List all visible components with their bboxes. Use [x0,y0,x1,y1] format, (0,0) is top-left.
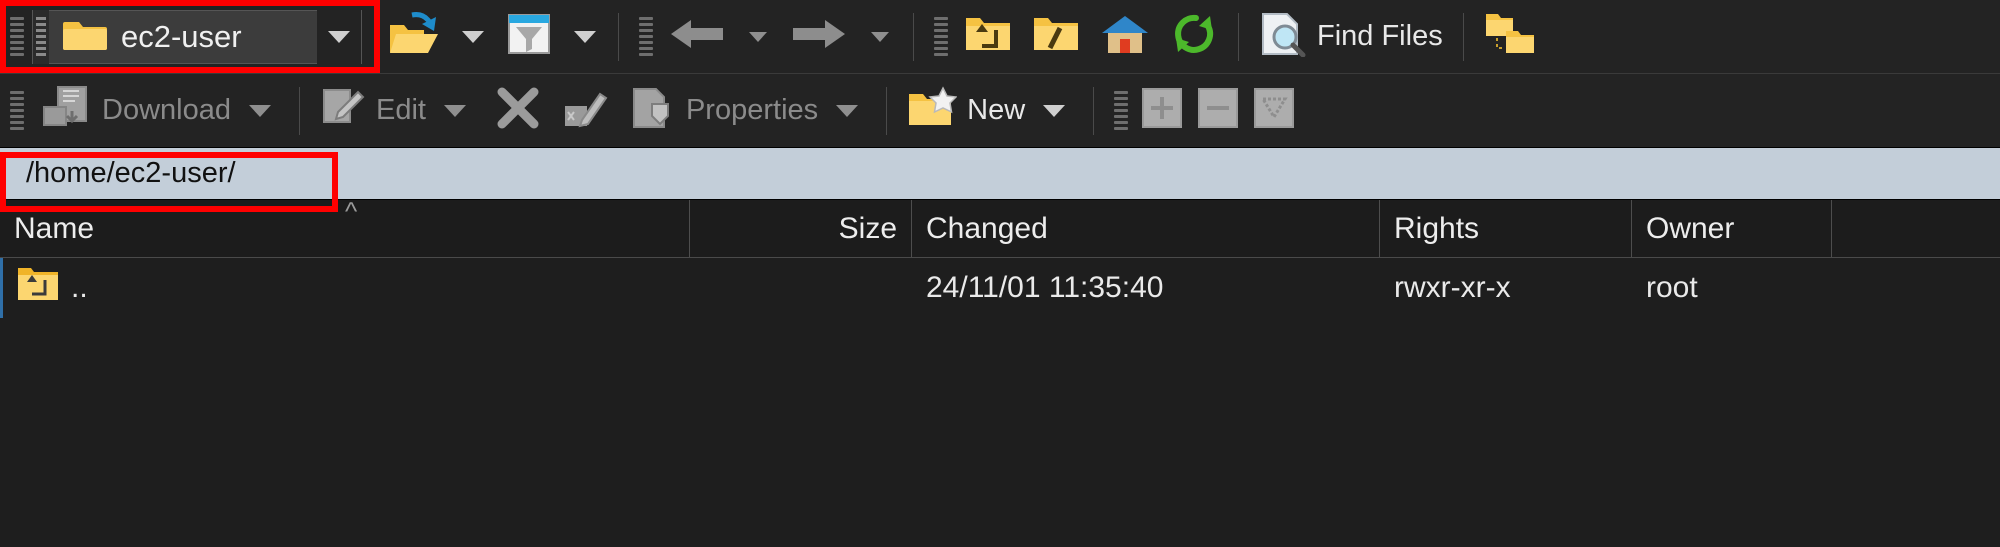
column-header-size-label: Size [838,211,897,245]
column-header-owner-label: Owner [1646,211,1735,245]
combo-grip [33,9,49,64]
combo-dropdown-button[interactable] [317,9,361,64]
cell-name[interactable]: .. [3,258,690,318]
remote-path-field[interactable]: /home/ec2-user/ [0,157,236,190]
chevron-down-icon [248,104,271,117]
chevron-down-icon [443,104,466,117]
find-files-button[interactable]: Find Files [1249,8,1453,66]
open-directory-button[interactable] [378,8,450,66]
invert-selection-icon [1252,86,1296,135]
properties-label: Properties [685,94,819,126]
toolbar-separator [913,12,914,61]
selection-group-grip[interactable] [1114,88,1129,134]
toolbar-separator [1238,12,1239,61]
column-header-rights-label: Rights [1394,211,1480,245]
winscp-remote-panel: ec2-user Find Files Download Edit Proper… [0,0,2000,547]
toolbar-grip[interactable] [10,14,24,60]
toolbar-separator [1462,12,1464,61]
minus-box-icon [1196,86,1240,135]
cell-name-text: .. [71,271,88,304]
file-operations-toolbar: Download Edit Properties New [0,74,2000,148]
cell-rights: rwxr-xr-x [1394,271,1511,304]
filter-files-button[interactable] [496,8,562,66]
select-files-button[interactable] [1134,82,1190,140]
remote-directory-combo[interactable]: ec2-user [32,9,362,64]
chevron-down-icon [871,31,889,42]
chevron-down-icon [462,30,484,43]
arrow-right-icon [791,14,847,59]
toolbar-separator [298,86,300,135]
home-icon [1100,13,1150,60]
toolbar-separator [1093,86,1095,135]
home-directory-button[interactable] [1090,8,1160,66]
file-ops-grip[interactable] [10,88,24,134]
open-directory-dropdown[interactable] [450,8,496,66]
refresh-icon [1170,12,1218,61]
invert-selection-button[interactable] [1246,82,1302,140]
cell-owner: root [1646,271,1698,304]
file-list[interactable]: .. 24/11/01 11:35:40 rwxr-xr-x root [0,258,2000,520]
download-label: Download [102,94,231,126]
column-header-changed[interactable]: Changed [912,200,1380,257]
column-header-size[interactable]: Size [690,200,912,257]
find-files-icon [1259,11,1307,62]
new-button[interactable]: New [897,82,1083,140]
folder-open-arrow-icon [388,11,440,62]
root-directory-button[interactable] [1022,8,1090,66]
synchronize-browsing-button[interactable] [1474,8,1546,66]
funnel-filter-icon [506,11,552,62]
chevron-down-icon [836,104,859,117]
column-header-spacer [1832,200,2000,257]
back-button[interactable] [659,8,735,66]
sort-ascending-icon: ^ [345,196,358,226]
properties-icon [630,86,676,135]
column-header-changed-label: Changed [926,211,1048,245]
parent-directory-button[interactable] [954,8,1022,66]
back-history-dropdown[interactable] [735,8,781,66]
arrow-left-icon [669,14,725,59]
unselect-files-button[interactable] [1190,82,1246,140]
new-folder-star-icon [907,86,958,135]
new-label: New [967,94,1026,126]
folder-up-icon [964,14,1012,59]
rename-button[interactable] [552,82,620,140]
top-toolbar: ec2-user Find Files [0,0,2000,74]
cell-changed: 24/11/01 11:35:40 [926,271,1164,304]
toolbar-separator [886,86,888,135]
plus-box-icon [1140,86,1184,135]
edit-pencil-icon [320,86,366,135]
column-header-rights[interactable]: Rights [1380,200,1632,257]
parent-folder-icon [17,266,59,310]
toolbar-separator [618,12,619,61]
folder-root-icon [1032,14,1080,59]
delete-button[interactable] [484,82,552,140]
find-files-label: Find Files [1317,20,1443,52]
refresh-button[interactable] [1160,8,1228,66]
column-header-name-label: Name [14,211,95,245]
file-list-header: Name Size Changed Rights Owner ^ [0,196,2000,258]
nav-group-grip[interactable] [639,14,653,60]
chevron-down-icon [574,30,596,43]
remote-directory-value: ec2-user [121,18,242,54]
properties-button[interactable]: Properties [620,82,876,140]
cell-size [690,258,912,318]
delete-x-icon [494,86,542,135]
download-files-icon [40,85,92,136]
address-bar[interactable]: /home/ec2-user/ [0,148,2000,200]
column-header-owner[interactable]: Owner [1632,200,1832,257]
edit-label: Edit [375,94,426,126]
dir-group-grip[interactable] [934,14,948,60]
folder-icon [63,16,107,57]
edit-button[interactable]: Edit [310,82,484,140]
chevron-down-icon [1043,104,1066,117]
filter-files-dropdown[interactable] [562,8,608,66]
forward-button[interactable] [781,8,857,66]
rename-pencil-icon [562,86,610,135]
table-row[interactable]: .. 24/11/01 11:35:40 rwxr-xr-x root [0,258,2000,318]
chevron-down-icon [328,30,350,43]
chevron-down-icon [749,31,767,42]
download-button[interactable]: Download [30,82,289,140]
two-folders-icon [1484,11,1536,62]
forward-history-dropdown[interactable] [857,8,903,66]
